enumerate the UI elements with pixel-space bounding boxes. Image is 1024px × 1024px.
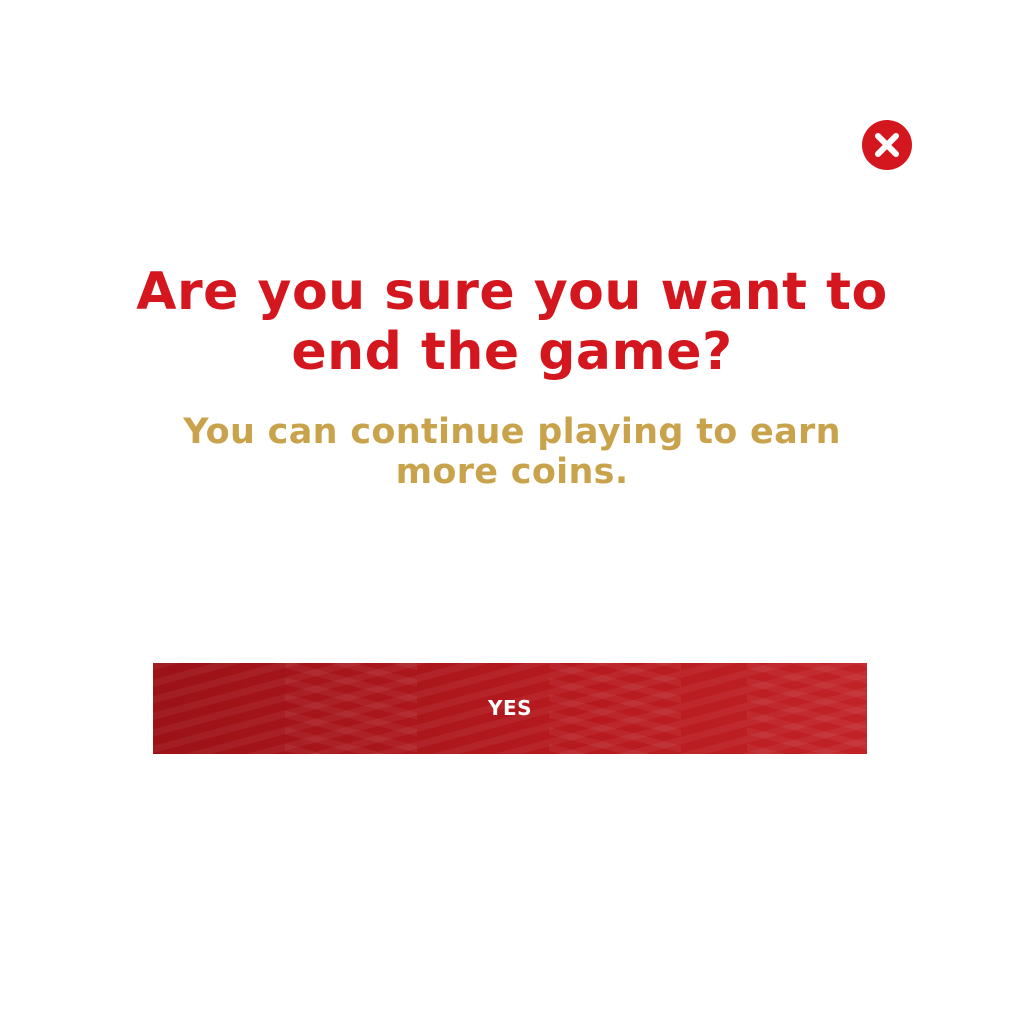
close-circle-icon [862,120,912,170]
dialog-title: Are you sure you want to end the game? [136,262,888,382]
close-button[interactable] [862,120,912,170]
dialog-subtitle: You can continue playing to earn more co… [183,412,841,492]
yes-button-label: YES [487,696,533,720]
yes-button[interactable]: YES [153,663,867,754]
end-game-dialog: Are you sure you want to end the game? Y… [0,0,1024,1024]
